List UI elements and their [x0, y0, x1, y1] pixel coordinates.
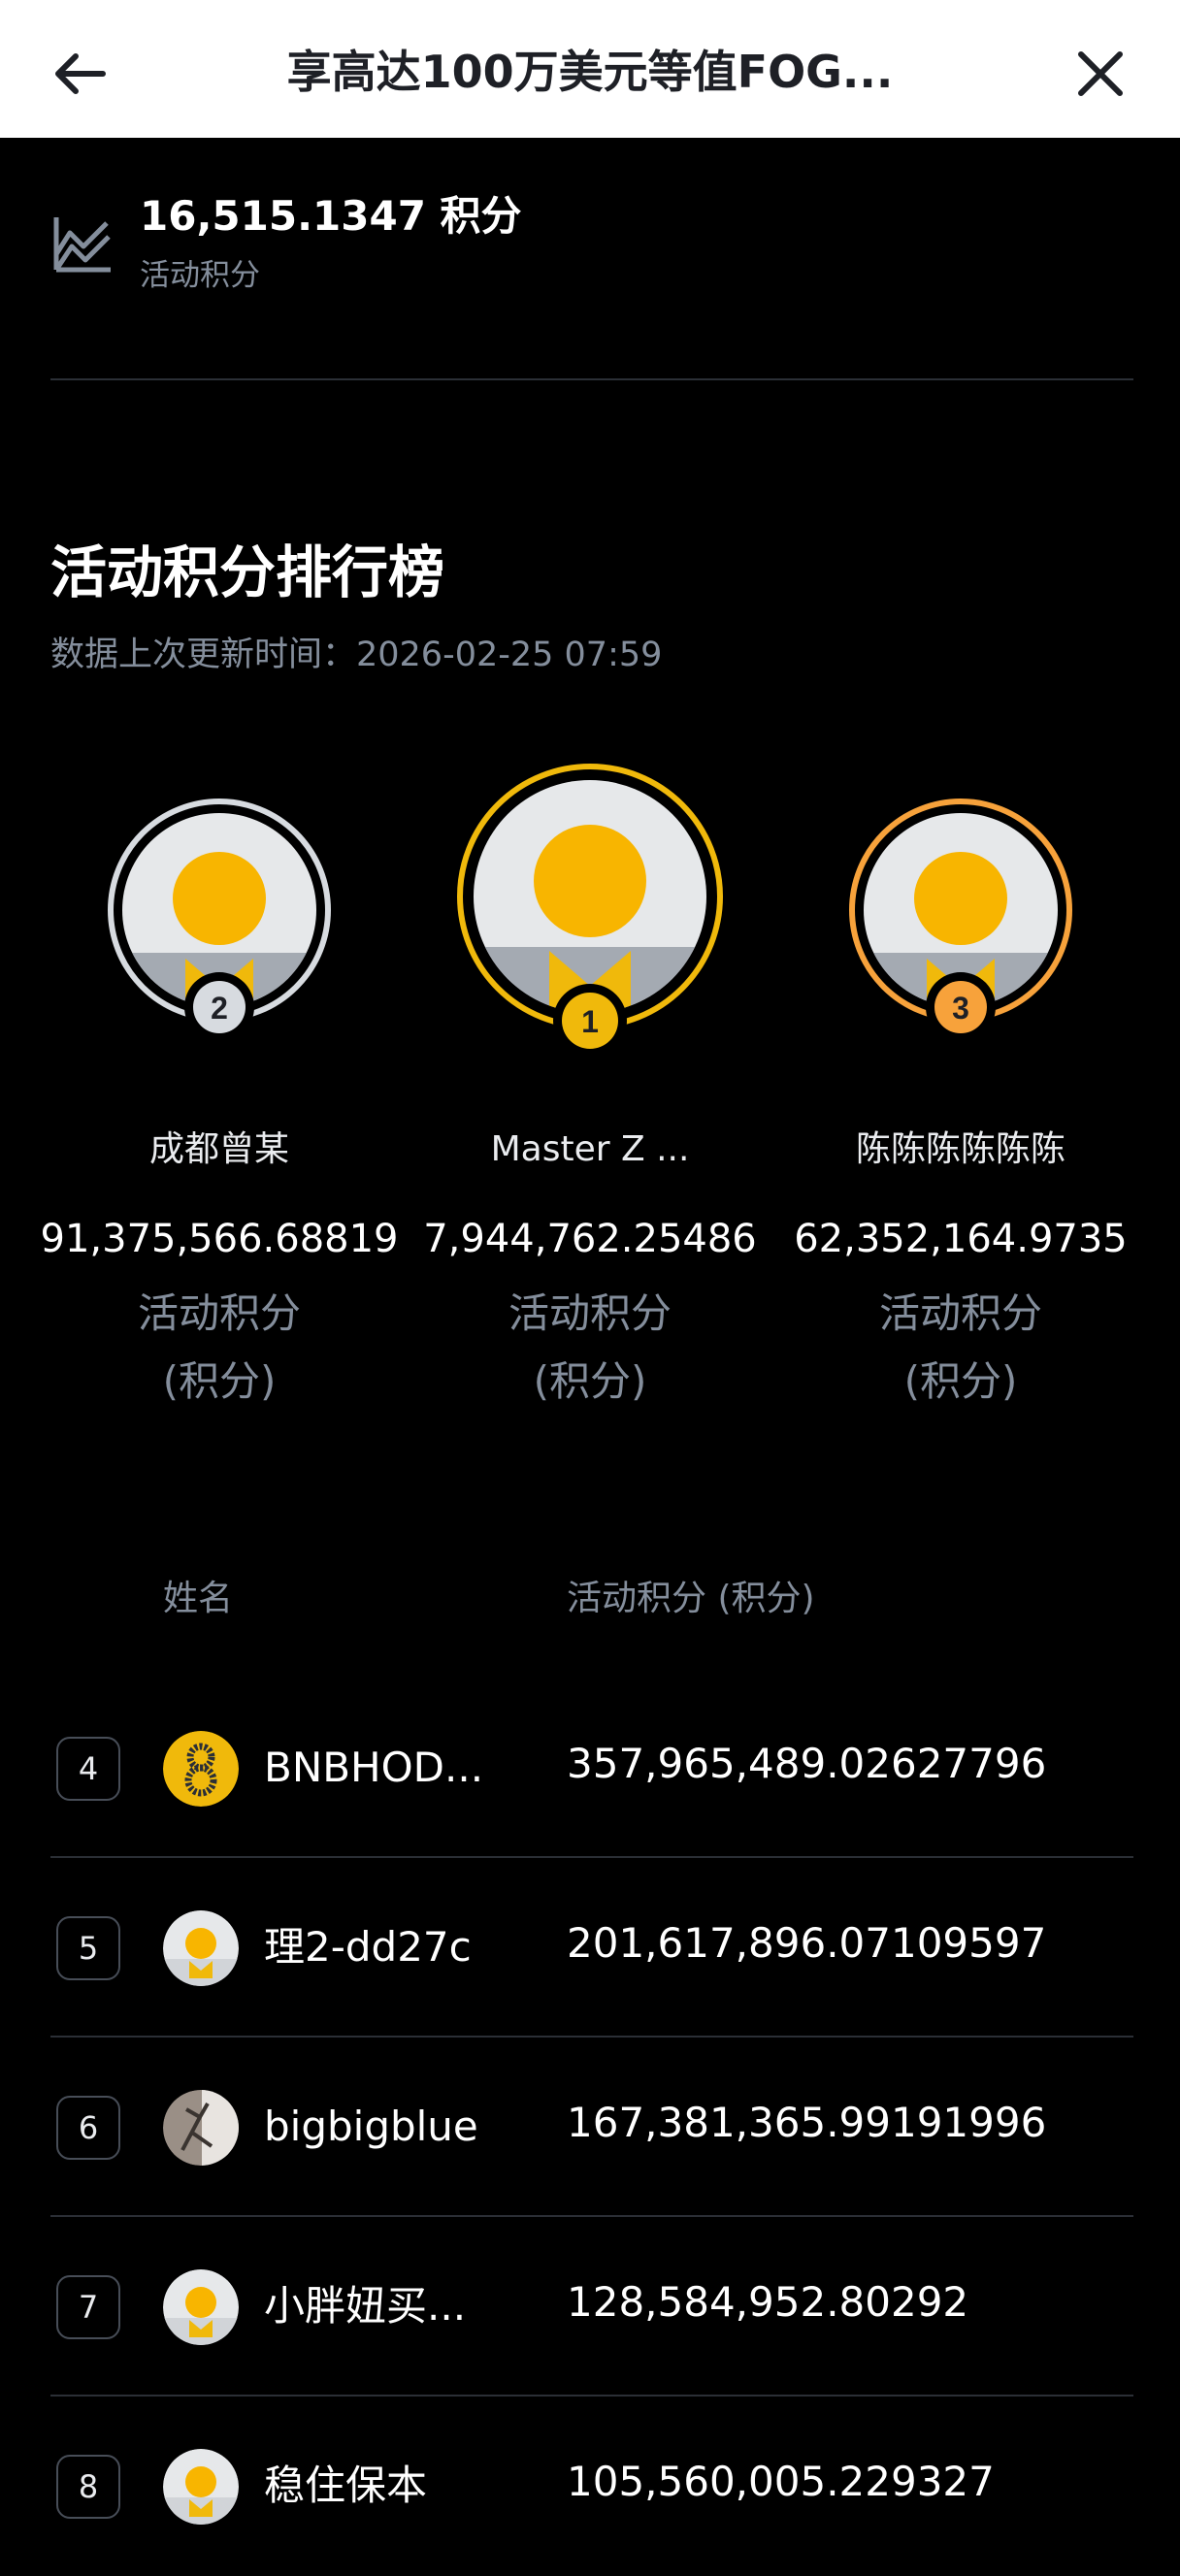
- podium-rank-2[interactable]: 2 成都曾某 91,375,566.68819 活动积分 (积分): [33, 757, 406, 1436]
- my-score-label: 活动积分: [140, 258, 260, 293]
- top-bar: 享高达100万美元等值FOG...: [0, 0, 1180, 138]
- rank-2-badge: 2: [211, 991, 228, 1026]
- chart-line-icon: [53, 217, 111, 273]
- row-points: 167,381,365.99191996: [567, 2099, 1047, 2146]
- my-score-value: 16,515.1347 积分: [140, 192, 522, 240]
- podium-rank-1[interactable]: 1 Master Z ... 7,944,762.25486 活动积分 (积分): [404, 757, 776, 1436]
- column-header-points: 活动积分 (积分): [567, 1579, 815, 1618]
- podium-points-label: 活动积分: [137, 1289, 301, 1337]
- photo-avatar: [163, 2090, 239, 2166]
- podium-name: Master Z ...: [490, 1129, 690, 1169]
- leaderboard-title: 活动积分排行榜: [50, 539, 445, 605]
- divider: [50, 378, 1133, 380]
- avatar: 1: [457, 764, 723, 1058]
- row-name: BNBHOD...: [264, 1744, 484, 1791]
- podium-points-label: 活动积分: [508, 1289, 672, 1337]
- default-avatar: [163, 2449, 239, 2525]
- podium-points-label: 活动积分: [878, 1289, 1042, 1337]
- podium-points-unit: (积分): [162, 1357, 277, 1405]
- rank-3-badge: 3: [952, 991, 969, 1026]
- table-row[interactable]: 4 BNBHOD... 357,965,489.02627796: [0, 1679, 1180, 1858]
- rank-1-badge: 1: [581, 1004, 599, 1039]
- podium-points: 62,352,164.9735: [794, 1217, 1128, 1261]
- row-points: 357,965,489.02627796: [567, 1740, 1047, 1787]
- row-name: 稳住保本: [264, 2462, 428, 2509]
- column-header-name: 姓名: [163, 1579, 234, 1618]
- rank-badge: 5: [56, 1916, 120, 1980]
- close-icon[interactable]: [1069, 43, 1131, 105]
- podium-rank-3[interactable]: 3 陈陈陈陈陈陈 62,352,164.9735 活动积分 (积分): [774, 757, 1147, 1436]
- row-points: 201,617,896.07109597: [567, 1919, 1047, 1967]
- avatar: 3: [849, 799, 1072, 1042]
- page-title: 享高达100万美元等值FOG...: [286, 46, 894, 98]
- row-name: 理2-dd27c: [264, 1923, 472, 1971]
- bnb-avatar: [163, 1731, 239, 1807]
- podium-points: 91,375,566.68819: [40, 1217, 399, 1261]
- rank-badge: 4: [56, 1737, 120, 1801]
- rank-badge: 6: [56, 2096, 120, 2160]
- avatar: 2: [108, 799, 331, 1042]
- default-avatar: [163, 1910, 239, 1986]
- podium-points: 7,944,762.25486: [423, 1217, 757, 1261]
- table-row[interactable]: 8 稳住保本 105,560,005.229327: [0, 2397, 1180, 2576]
- row-name: bigbigblue: [264, 2103, 478, 2150]
- arrow-left-icon[interactable]: [49, 43, 111, 105]
- rank-badge: 8: [56, 2455, 120, 2519]
- default-avatar: [163, 2269, 239, 2345]
- update-time: 数据上次更新时间：2026-02-25 07:59: [50, 636, 663, 674]
- podium-points-unit: (积分): [533, 1357, 647, 1405]
- table-row[interactable]: 7 小胖妞买... 128,584,952.80292: [0, 2217, 1180, 2397]
- podium-points-unit: (积分): [903, 1357, 1018, 1405]
- row-points: 105,560,005.229327: [567, 2458, 995, 2505]
- rank-badge: 7: [56, 2275, 120, 2339]
- podium-name: 陈陈陈陈陈陈: [855, 1129, 1065, 1169]
- table-row[interactable]: 6 bigbigblue 167,381,365.99191996: [0, 2038, 1180, 2217]
- podium-name: 成都曾某: [148, 1129, 289, 1169]
- row-name: 小胖妞买...: [264, 2282, 467, 2330]
- row-points: 128,584,952.80292: [567, 2278, 969, 2326]
- table-row[interactable]: 5 理2-dd27c 201,617,896.07109597: [0, 1858, 1180, 2038]
